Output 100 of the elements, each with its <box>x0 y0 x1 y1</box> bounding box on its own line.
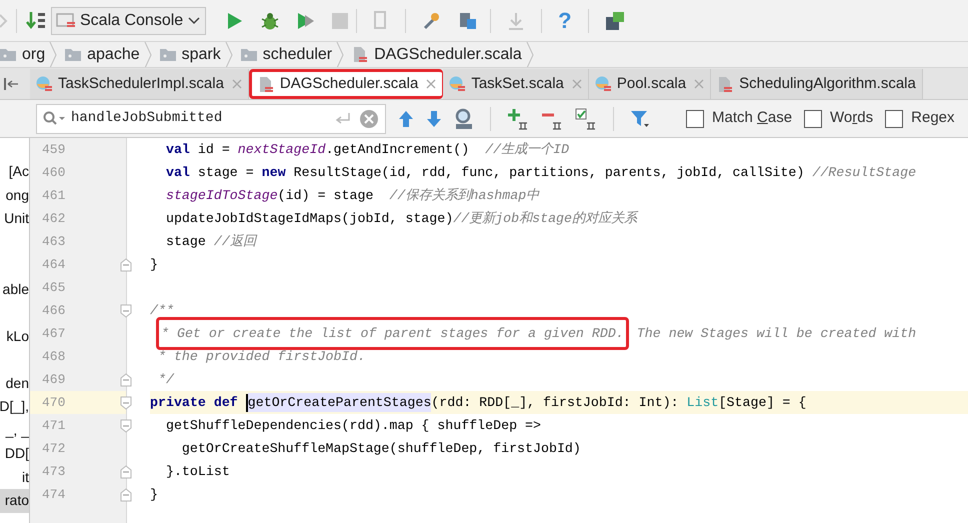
stop-icon[interactable] <box>332 12 348 28</box>
checkbox-label[interactable]: Match Case <box>712 107 792 130</box>
close-icon[interactable] <box>572 79 582 89</box>
console-icon <box>56 12 76 28</box>
code-text: The new Stages will be created with <box>636 324 916 343</box>
line-number: 465 <box>42 278 66 297</box>
fold-marker-icon[interactable] <box>120 488 132 502</box>
structure-item[interactable]: able <box>0 278 29 301</box>
structure-item[interactable]: [Ac <box>0 160 29 184</box>
code-line: */ <box>156 370 174 389</box>
folder-icon <box>160 48 176 61</box>
structure-item[interactable]: Unit <box>0 207 29 230</box>
structure-item[interactable]: ong <box>0 184 29 207</box>
code-line: }.toList <box>164 462 230 481</box>
line-number: 471 <box>42 416 66 435</box>
run-icon[interactable] <box>226 10 244 30</box>
select-all-icon[interactable] <box>575 108 597 130</box>
line-number: 463 <box>42 232 66 251</box>
code-line: } <box>150 486 158 504</box>
search-field[interactable]: handleJobSubmitted <box>36 104 386 134</box>
code-line: getShuffleDependencies(rdd).map { shuffleDep => <box>164 416 541 435</box>
arrow-down-icon[interactable] <box>426 110 442 128</box>
editor-tab[interactable]: TaskSchedulerImpl.scala <box>30 69 249 99</box>
code-line: } <box>150 256 158 274</box>
run-config-dropdown[interactable]: Scala Console <box>51 6 206 34</box>
line-number: 464 <box>42 256 66 274</box>
file-icon <box>352 46 368 63</box>
clear-icon[interactable] <box>359 108 379 128</box>
code-line: updateJobIdStageIdMaps(jobId, stage)//更新job和stage的对应关系 <box>164 210 638 228</box>
line-number: 460 <box>42 164 66 182</box>
structure-item[interactable]: DD[ <box>0 442 29 466</box>
code-line: stageIdToStage(id) = stage //保存关系到hashmap中 <box>164 186 540 205</box>
checkbox-label[interactable]: Regex <box>911 107 954 130</box>
highlighted-comment: * Get or create the list of parent stages for a given RDD. <box>156 316 629 350</box>
breadcrumb-item[interactable]: org <box>0 42 46 66</box>
breadcrumb-item[interactable]: DAGScheduler.scala <box>344 42 522 66</box>
editor-tab[interactable]: Pool.scala <box>588 69 712 99</box>
structure-item[interactable]: rato <box>0 489 29 512</box>
code-text: List <box>686 394 719 412</box>
add-selection-icon[interactable] <box>507 108 529 130</box>
line-number: 461 <box>42 186 66 205</box>
caret-icon <box>187 16 202 26</box>
breadcrumb-item[interactable]: scheduler <box>232 42 332 66</box>
download-icon[interactable] <box>507 10 526 30</box>
structure-item[interactable]: D[_], <box>0 395 29 418</box>
checkbox[interactable] <box>885 110 904 128</box>
arrow-up-icon[interactable] <box>398 110 414 128</box>
code-text: [Stage] = { <box>718 394 806 412</box>
fold-marker-icon[interactable] <box>120 304 132 318</box>
editor-tab[interactable]: SchedulingAlgorithm.scala <box>711 69 923 99</box>
line-number: 470 <box>42 394 66 412</box>
folder-icon <box>240 48 257 61</box>
code-text: getOrCreateParentStages <box>248 392 432 412</box>
line-number: 472 <box>42 440 66 458</box>
class-icon <box>36 76 52 92</box>
find-all-icon[interactable] <box>454 108 474 130</box>
folder-icon <box>65 48 82 61</box>
bug-icon[interactable] <box>260 10 280 30</box>
line-number: 474 <box>42 486 66 504</box>
fold-marker-icon[interactable] <box>120 464 132 478</box>
file-icon <box>717 76 734 92</box>
line-number: 469 <box>42 370 66 389</box>
collapse-icon[interactable] <box>4 78 18 90</box>
enter-icon <box>335 112 351 126</box>
close-icon[interactable] <box>232 79 242 89</box>
file-icon <box>258 76 274 92</box>
checkbox-label[interactable]: Words <box>830 107 874 130</box>
fold-marker-icon[interactable] <box>120 396 132 410</box>
line-number: 467 <box>42 324 66 343</box>
checkbox[interactable] <box>804 110 822 128</box>
code-text: private def <box>150 394 239 412</box>
filter-icon[interactable] <box>630 108 650 128</box>
close-icon[interactable] <box>694 79 704 89</box>
structure-item[interactable]: den <box>0 372 29 395</box>
class-icon <box>449 76 466 92</box>
structure-item[interactable]: _, _ <box>0 418 29 442</box>
checkbox[interactable] <box>686 110 704 128</box>
breadcrumb-item[interactable]: spark <box>152 42 221 66</box>
fold-marker-icon[interactable] <box>120 258 132 272</box>
code-line: stage //返回 <box>164 232 256 251</box>
editor-tab[interactable]: TaskSet.scala <box>443 69 589 99</box>
class-icon <box>594 76 611 92</box>
editor-tab[interactable]: DAGScheduler.scala <box>248 69 444 99</box>
line-number: 459 <box>42 140 66 159</box>
fold-marker-icon[interactable] <box>120 418 132 432</box>
coverage-icon[interactable] <box>296 10 316 30</box>
sort-icon[interactable] <box>25 10 47 32</box>
structure-item[interactable]: kLo <box>0 324 29 348</box>
code-line: val id = nextStageId.getAndIncrement() //生成一个ID <box>164 140 570 159</box>
line-number: 473 <box>42 462 66 481</box>
code-line: * the provided firstJobId. <box>156 348 366 366</box>
fold-marker-icon[interactable] <box>120 372 132 386</box>
breadcrumb-item[interactable]: apache <box>57 42 140 66</box>
search-icon[interactable] <box>43 110 67 126</box>
line-number: 466 <box>42 302 66 320</box>
structure-item[interactable]: it <box>0 466 29 489</box>
close-icon[interactable] <box>426 79 436 89</box>
code-line: getOrCreateShuffleMapStage(shuffleDep, firstJobId) <box>180 440 581 458</box>
line-number: 468 <box>42 348 66 366</box>
line-number: 462 <box>42 210 66 228</box>
